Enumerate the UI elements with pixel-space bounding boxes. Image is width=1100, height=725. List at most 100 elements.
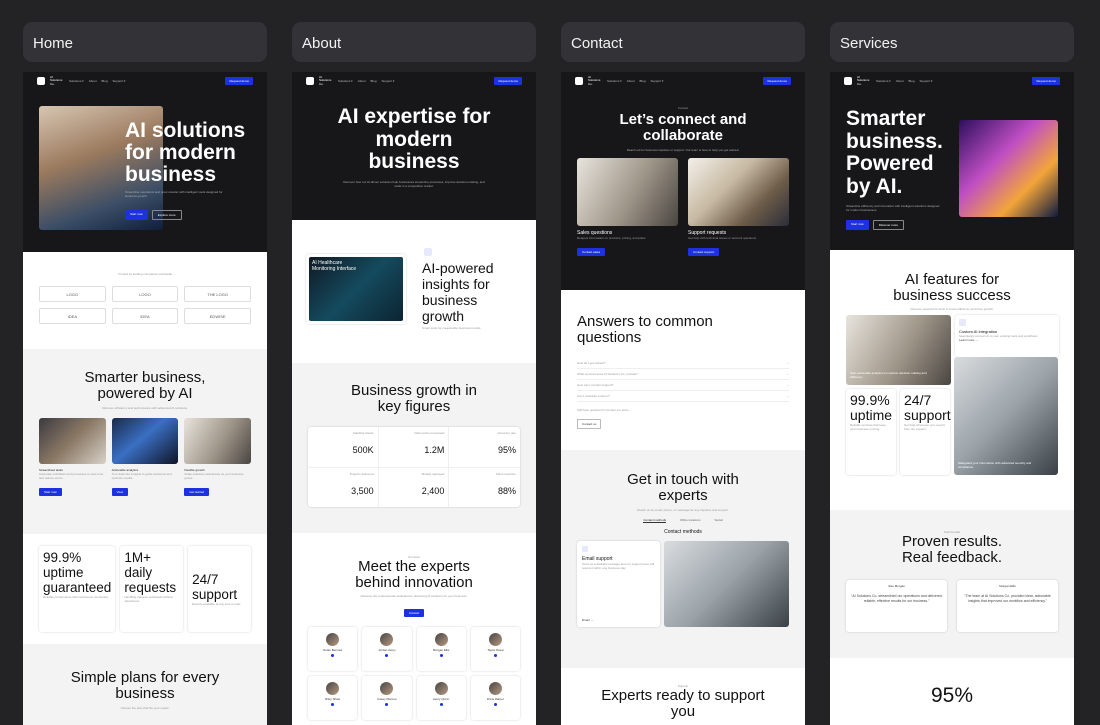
avatar (434, 633, 448, 646)
tab-contact-methods[interactable]: Contact methods (643, 518, 667, 523)
integration-card: Custom AI integration Seamlessly connect… (955, 315, 1059, 357)
feature-card: Flexible growth Scale solutions seamless… (184, 418, 251, 498)
hero-title: AI expertise for modern business (337, 105, 491, 173)
tab-services[interactable]: Services (830, 22, 1074, 62)
tab-home[interactable]: Home (23, 22, 267, 62)
nav-link-support[interactable]: Support ▾ (113, 79, 126, 83)
section-title: Answers to common questions (577, 313, 713, 346)
contact-image (577, 158, 678, 226)
touch-section: Get in touch with experts Reach us by em… (561, 450, 805, 668)
page-preview-about[interactable]: AI Solutions Co. Solutions ▾ About Blog … (292, 72, 536, 725)
tab-contact[interactable]: Contact (561, 22, 805, 62)
partner-logo: LOGO (111, 286, 179, 302)
contact-card: Support requests Get help with technical… (688, 158, 789, 258)
nav-link-support[interactable]: Support ▾ (651, 79, 664, 83)
nav-link-solutions[interactable]: Solutions ▾ (69, 79, 84, 83)
nav-link-about[interactable]: About (358, 79, 366, 83)
column-contact: Contact AI Solutions Co. Solutions ▾ Abo… (561, 22, 805, 725)
nav-bar: AI Solutions Co. Solutions ▾ About Blog … (23, 72, 267, 90)
contact-us-button[interactable]: Contact us (577, 419, 602, 429)
feature-button[interactable]: Get started (184, 488, 210, 496)
faq-item[interactable]: How do I get started? ⌄ (577, 358, 789, 369)
logo-icon (575, 77, 583, 85)
avatar (434, 682, 448, 695)
nav-link-support[interactable]: Support ▾ (382, 79, 395, 83)
figure-cell: Satisfied clients 500K (308, 427, 379, 468)
faq-section: Answers to common questions How do I get… (561, 290, 805, 450)
logo-icon (306, 77, 314, 85)
page-preview-services[interactable]: AI Solutions Co. Solutions ▾ About Blog … (830, 72, 1074, 725)
request-demo-button[interactable]: Request demo (1032, 77, 1060, 85)
faq-item[interactable]: What services does AI Solutions Co. prov… (577, 369, 789, 380)
faq-item[interactable]: Can I schedule a demo? ⌄ (577, 391, 789, 402)
contact-button[interactable]: Contact (403, 609, 425, 617)
section-title: Proven results. Real feedback. (901, 533, 1003, 566)
start-now-button[interactable]: Start now (846, 220, 869, 230)
chevron-down-icon: ⌄ (786, 394, 789, 398)
explore-more-button[interactable]: Explore more (151, 210, 182, 220)
team-member-card: Taylor Reed (470, 627, 520, 671)
logo-icon (37, 77, 45, 85)
nav-link-solutions[interactable]: Solutions ▾ (607, 79, 622, 83)
nav-link-solutions[interactable]: Solutions ▾ (876, 79, 891, 83)
partner-logo: LOGO (39, 286, 106, 302)
avatar (488, 682, 502, 695)
contact-card: Sales questions Request information on p… (577, 158, 678, 258)
tab-office-locations[interactable]: Office locations (680, 518, 700, 523)
tab-about[interactable]: About (292, 22, 536, 62)
start-now-button[interactable]: Start now (125, 210, 148, 220)
plans-section: Simple plans for every business Choose t… (23, 644, 267, 725)
nav-link-blog[interactable]: Blog (640, 79, 646, 83)
partner-logo: EDWISE (184, 308, 251, 324)
tab-social[interactable]: Social (714, 518, 722, 523)
team-member-card: Drew Harper (470, 676, 520, 720)
results-section: Testimonials Proven results. Real feedba… (830, 510, 1074, 658)
learn-more-link[interactable]: Learn more → (959, 338, 1055, 342)
faq-item[interactable]: How can I contact support? ⌄ (577, 380, 789, 391)
feature-button[interactable]: Start now (39, 488, 62, 496)
nav-link-support[interactable]: Support ▾ (920, 79, 933, 83)
hero-title: Smarter business. Powered by AI. (846, 107, 943, 198)
feature-image (111, 418, 179, 464)
section-title: Business growth in key figures (351, 382, 477, 415)
stat-card: 1M+ daily requests Handling massive work… (120, 546, 184, 632)
nav-link-about[interactable]: About (627, 79, 635, 83)
feature-image (39, 418, 106, 464)
home-hero: AI Solutions Co. Solutions ▾ About Blog … (23, 72, 267, 252)
team-member-card: Morgan Ellis (416, 627, 466, 671)
team-member-card: Riley Shaw (308, 676, 358, 720)
section-title: Experts ready to support you (601, 687, 765, 720)
nav-link-blog[interactable]: Blog (371, 79, 377, 83)
nav-link-solutions[interactable]: Solutions ▾ (338, 79, 353, 83)
nav-link-about[interactable]: About (89, 79, 97, 83)
email-support-card: Email support Send us a detailed message… (577, 541, 661, 627)
sparkle-icon (959, 319, 966, 326)
page-preview-home[interactable]: AI Solutions Co. Solutions ▾ About Blog … (23, 72, 267, 725)
ai-features-section: AI features for business success Discove… (830, 250, 1074, 510)
stats-section: 99.9% uptime guaranteed Reliable perform… (23, 534, 267, 644)
team-member-card: Casey Monroe (362, 676, 412, 720)
request-demo-button[interactable]: Request demo (763, 77, 791, 85)
about-hero: AI Solutions Co. Solutions ▾ About Blog … (292, 72, 536, 220)
avatar (380, 682, 394, 695)
security-image: Safeguard your information with advanced… (954, 357, 1058, 475)
feature-button[interactable]: View (111, 488, 129, 496)
big-stat-section: 95% (830, 658, 1074, 725)
hero-subtitle: Reach out for business inquiries or supp… (626, 148, 740, 152)
chevron-down-icon: ⌄ (786, 361, 789, 365)
stat-card: 99.9% uptime guaranteed Reliable perform… (39, 546, 116, 632)
nav-bar: AI Solutions Co. Solutions ▾ About Blog … (561, 72, 805, 90)
logo-icon (844, 77, 852, 85)
contact-sales-button[interactable]: Contact sales (577, 248, 606, 256)
request-demo-button[interactable]: Request demo (225, 77, 253, 85)
discover-more-button[interactable]: Discover more (872, 220, 905, 230)
email-link[interactable]: Email → (582, 618, 593, 622)
avatar (488, 633, 502, 646)
contact-support-button[interactable]: Contact support (688, 248, 720, 256)
page-preview-contact[interactable]: AI Solutions Co. Solutions ▾ About Blog … (561, 72, 805, 725)
figure-cell: Client retention 88% (495, 471, 516, 496)
nav-link-blog[interactable]: Blog (909, 79, 915, 83)
request-demo-button[interactable]: Request demo (494, 77, 522, 85)
nav-link-about[interactable]: About (896, 79, 904, 83)
nav-link-blog[interactable]: Blog (102, 79, 108, 83)
